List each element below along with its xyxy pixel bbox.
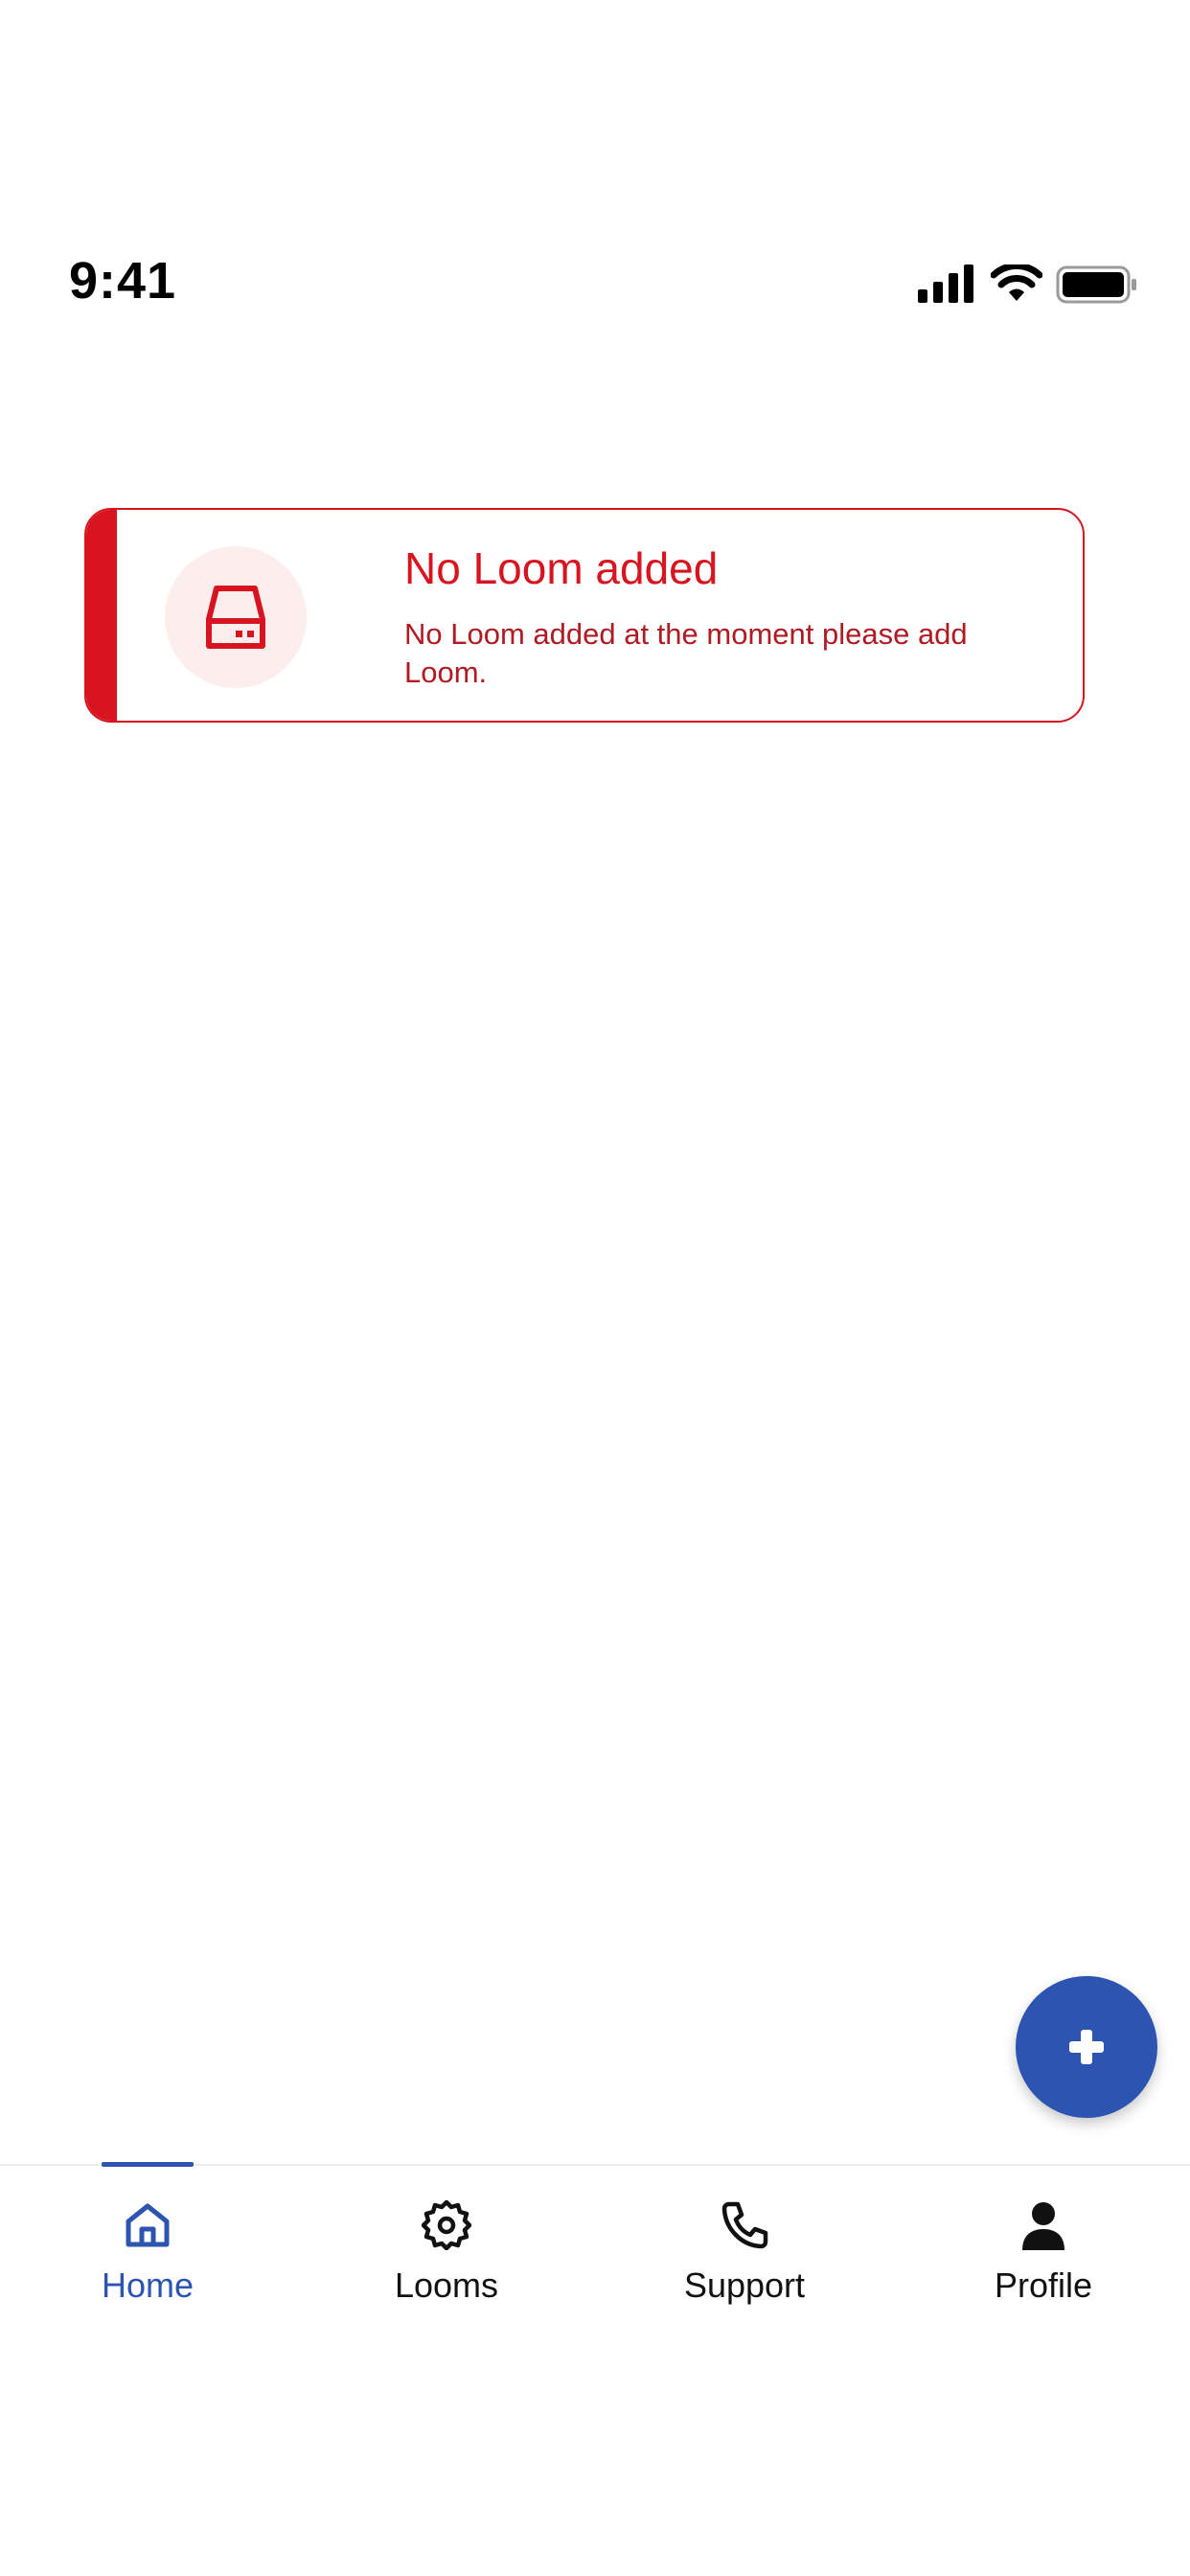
home-icon <box>126 2203 170 2247</box>
tab-support-label: Support <box>683 2266 806 2305</box>
status-icons <box>918 264 1138 307</box>
alert-message: No Loom added at the moment please add L… <box>404 617 968 689</box>
status-time: 9:41 <box>69 252 177 310</box>
alert-title: No Loom added <box>404 543 719 593</box>
tab-profile-label: Profile <box>994 2266 1093 2305</box>
gear-icon <box>422 2200 471 2250</box>
home-screen: 9:41 No Loom added No Loom added at the … <box>0 0 1190 2576</box>
hard-drive-icon <box>206 586 265 649</box>
tab-looms-label: Looms <box>394 2266 499 2305</box>
tab-looms[interactable]: Looms <box>341 2200 552 2325</box>
tab-home[interactable]: Home <box>42 2200 253 2325</box>
battery-icon <box>1056 265 1136 304</box>
phone-icon <box>721 2201 768 2249</box>
plus-icon <box>1069 2030 1104 2064</box>
no-loom-alert: No Loom added No Loom added at the momen… <box>84 508 1085 723</box>
tab-support[interactable]: Support <box>639 2200 850 2325</box>
tab-home-label: Home <box>101 2266 195 2305</box>
bottom-navigation: Home Looms Support Profile <box>0 2162 1190 2576</box>
alert-accent-bar <box>86 510 117 721</box>
tab-profile[interactable]: Profile <box>938 2200 1149 2325</box>
wifi-icon <box>991 264 1042 301</box>
add-loom-button[interactable] <box>1016 1976 1157 2118</box>
signal-icon <box>918 264 973 303</box>
active-tab-indicator <box>102 2162 194 2167</box>
alert-icon-container <box>165 546 307 688</box>
user-icon <box>1022 2202 1064 2250</box>
